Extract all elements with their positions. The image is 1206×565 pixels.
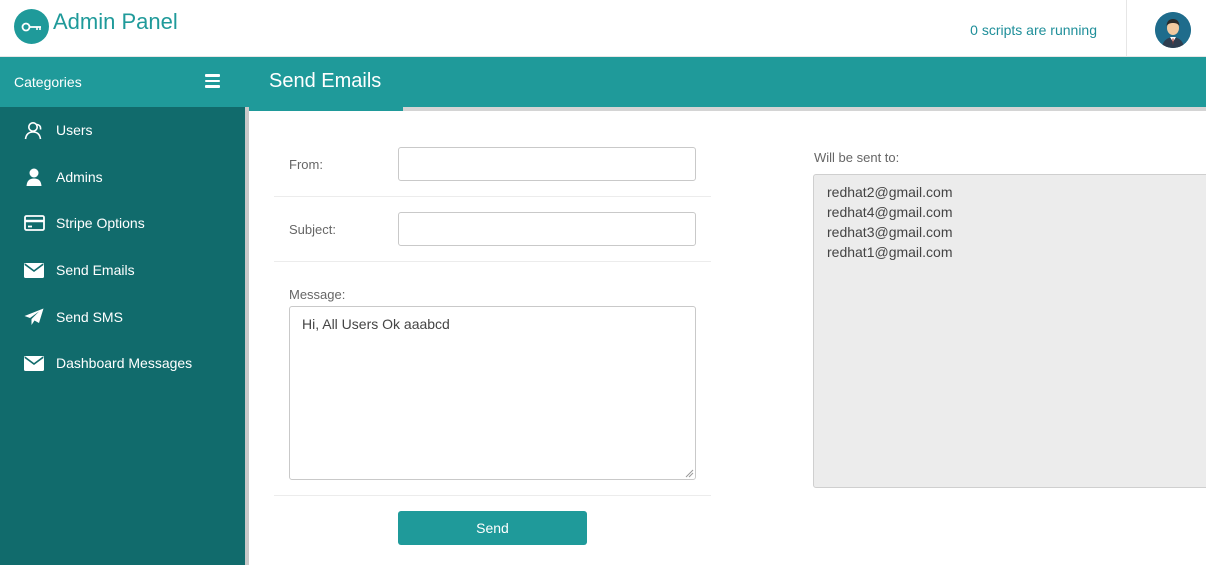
recipients-label: Will be sent to: — [814, 150, 900, 165]
sidebar-item-admins[interactable]: Admins — [0, 154, 245, 201]
resize-handle-icon[interactable] — [685, 469, 694, 478]
divider — [1126, 0, 1127, 57]
send-button[interactable]: Send — [398, 511, 587, 545]
scripts-status: 0 scripts are running — [970, 22, 1097, 38]
user-icon — [23, 167, 45, 187]
sidebar-item-label: Users — [56, 122, 93, 139]
from-label: From: — [289, 157, 323, 172]
sidebar-scrollbar[interactable] — [245, 107, 249, 565]
sidebar-item-label: Send SMS — [56, 308, 123, 325]
sidebar: Categories Users Admins Stripe Options S… — [0, 57, 249, 565]
sidebar-item-users[interactable]: Users — [0, 107, 245, 154]
top-bar: Admin Panel 0 scripts are running — [0, 0, 1206, 57]
sidebar-nav: Users Admins Stripe Options Send Emails … — [0, 107, 245, 387]
envelope-icon — [23, 260, 45, 280]
sidebar-item-send-emails[interactable]: Send Emails — [0, 247, 245, 294]
from-field[interactable] — [398, 147, 696, 181]
sidebar-item-label: Stripe Options — [56, 215, 145, 232]
sidebar-item-send-sms[interactable]: Send SMS — [0, 293, 245, 340]
sidebar-item-stripe-options[interactable]: Stripe Options — [0, 200, 245, 247]
recipient-email: redhat4@gmail.com — [827, 204, 953, 220]
sidebar-item-label: Admins — [56, 168, 103, 185]
envelope-icon — [23, 353, 45, 373]
recipient-email: redhat2@gmail.com — [827, 184, 953, 200]
sidebar-item-label: Dashboard Messages — [56, 355, 193, 372]
key-logo-icon[interactable] — [14, 9, 49, 44]
app-title[interactable]: Admin Panel — [53, 9, 178, 35]
hamburger-menu-icon[interactable] — [205, 74, 220, 88]
header-underline-active — [249, 107, 403, 111]
message-label: Message: — [289, 287, 346, 302]
page-title: Send Emails — [269, 70, 382, 92]
recipient-email: redhat3@gmail.com — [827, 224, 953, 240]
credit-card-icon — [23, 213, 45, 233]
message-textarea[interactable]: Hi, All Users Ok aaabcd — [289, 306, 696, 480]
sidebar-item-label: Send Emails — [56, 262, 135, 279]
subject-label: Subject: — [289, 222, 336, 237]
recipients-list: redhat2@gmail.com redhat4@gmail.com redh… — [813, 174, 1206, 488]
recipient-email: redhat1@gmail.com — [827, 244, 953, 260]
subject-field[interactable] — [398, 212, 696, 246]
categories-label: Categories — [14, 74, 82, 90]
user-avatar[interactable] — [1155, 12, 1191, 48]
users-icon — [23, 120, 45, 140]
content-header: Send Emails — [249, 57, 1206, 107]
paper-plane-icon — [23, 307, 45, 327]
categories-header: Categories — [0, 57, 249, 107]
sidebar-item-dashboard-messages[interactable]: Dashboard Messages — [0, 340, 245, 387]
